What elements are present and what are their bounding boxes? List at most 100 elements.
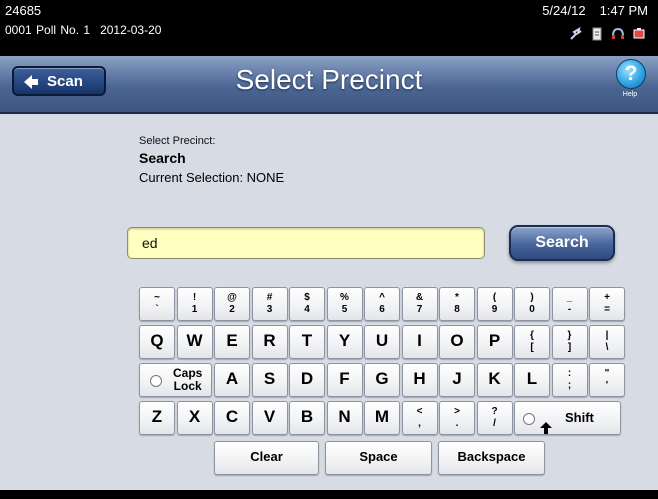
key-char: - xyxy=(567,304,572,315)
status-icons xyxy=(569,26,646,41)
letter-key[interactable]: G xyxy=(364,363,400,397)
symbol-key[interactable]: <, xyxy=(401,401,438,435)
letter-key[interactable]: K xyxy=(476,363,513,397)
key-shifted-char: @ xyxy=(227,292,237,303)
letter-key[interactable]: R xyxy=(251,325,288,359)
key-shifted-char: ? xyxy=(491,406,498,417)
letter-key[interactable]: H xyxy=(401,363,438,397)
caps-lock-indicator-icon xyxy=(150,375,162,387)
symbol-key[interactable]: * 8 xyxy=(439,287,475,321)
caps-lock-label-line2: Lock xyxy=(173,379,202,393)
key-shifted-char: & xyxy=(415,292,424,303)
letter-key[interactable]: A xyxy=(214,363,250,397)
letter-key[interactable]: T xyxy=(289,325,325,359)
letter-key[interactable]: P xyxy=(476,325,513,359)
symbol-key[interactable]: $4 xyxy=(289,287,325,321)
key-char: 5 xyxy=(341,304,348,315)
shift-label: Shift xyxy=(565,410,594,425)
search-input[interactable] xyxy=(127,227,485,259)
key-char: 3 xyxy=(266,304,273,315)
letter-key[interactable]: D xyxy=(289,363,325,397)
letter-key[interactable]: Z xyxy=(139,401,175,435)
mode-heading: Search xyxy=(139,150,186,166)
key-shifted-char: | xyxy=(605,330,609,341)
clear-key[interactable]: Clear xyxy=(214,441,319,475)
symbol-key[interactable]: }] xyxy=(551,325,588,359)
symbol-key[interactable]: " ' xyxy=(589,363,625,397)
letter-key[interactable]: O xyxy=(439,325,475,359)
symbol-key[interactable]: + = xyxy=(589,287,625,321)
symbol-key[interactable]: & 7 xyxy=(401,287,438,321)
backspace-key[interactable]: Backspace xyxy=(438,441,545,475)
symbol-key[interactable]: _ - xyxy=(551,287,588,321)
letter-key[interactable]: B xyxy=(289,401,325,435)
symbol-key[interactable]: (9 xyxy=(476,287,513,321)
status-bar: 24685 0001 Poll No. 1 2012-03-20 5/24/12 1… xyxy=(0,0,658,56)
key-char: / xyxy=(493,418,496,429)
symbol-key[interactable]: | \ xyxy=(589,325,625,359)
letter-key[interactable]: N xyxy=(326,401,363,435)
headset-icon xyxy=(611,27,625,41)
key-shifted-char: + xyxy=(604,292,610,303)
letter-key[interactable]: V xyxy=(251,401,288,435)
letter-key[interactable]: W xyxy=(176,325,213,359)
key-shifted-char: { xyxy=(530,330,534,341)
letter-key[interactable]: Y xyxy=(326,325,363,359)
letter-key[interactable]: S xyxy=(251,363,288,397)
letter-key[interactable]: L xyxy=(514,363,550,397)
app-window: 24685 0001 Poll No. 1 2012-03-20 5/24/12 1… xyxy=(0,0,658,499)
symbol-key[interactable]: @2 xyxy=(214,287,250,321)
letter-key[interactable]: J xyxy=(439,363,475,397)
instruction-text: Select Precinct: xyxy=(139,135,216,147)
key-char: \ xyxy=(605,342,609,353)
key-shifted-char: } xyxy=(567,330,572,341)
key-shifted-char: $ xyxy=(304,292,310,303)
key-char: 1 xyxy=(191,304,198,315)
caps-lock-label: Caps Lock xyxy=(173,367,202,393)
key-char: 0 xyxy=(529,304,535,315)
help-button[interactable]: ? Help xyxy=(613,58,647,108)
symbol-key[interactable]: :; xyxy=(551,363,588,397)
letter-key[interactable]: X xyxy=(176,401,213,435)
key-shifted-char: _ xyxy=(566,292,573,303)
letter-key[interactable]: E xyxy=(214,325,250,359)
letter-key[interactable]: F xyxy=(326,363,363,397)
symbol-key[interactable]: % 5 xyxy=(326,287,363,321)
space-key[interactable]: Space xyxy=(325,441,432,475)
letter-key[interactable]: U xyxy=(364,325,400,359)
battery-icon xyxy=(632,27,646,41)
symbol-key[interactable]: ) 0 xyxy=(514,287,550,321)
key-char: ` xyxy=(155,304,159,315)
key-shifted-char: ! xyxy=(192,292,197,303)
letter-key[interactable]: Q xyxy=(139,325,175,359)
network-icon xyxy=(569,26,583,41)
help-label: Help xyxy=(622,91,638,98)
symbol-key[interactable]: #3 xyxy=(251,287,288,321)
current-selection-text: Current Selection: NONE xyxy=(139,170,285,185)
symbol-key[interactable]: {[ xyxy=(514,325,550,359)
symbol-key[interactable]: ! 1 xyxy=(176,287,213,321)
poll-info: 0001 Poll No. 1 2012-03-20 xyxy=(5,23,161,37)
key-char: = xyxy=(604,304,610,315)
letter-key[interactable]: C xyxy=(214,401,250,435)
key-char: 6 xyxy=(379,304,385,315)
symbol-key[interactable]: ^ 6 xyxy=(364,287,400,321)
symbol-key[interactable]: ~ ` xyxy=(139,287,175,321)
key-shifted-char: ( xyxy=(492,292,497,303)
help-icon: ? xyxy=(616,59,646,89)
key-char: 2 xyxy=(229,304,235,315)
letter-key[interactable]: M xyxy=(364,401,400,435)
symbol-key[interactable]: >. xyxy=(439,401,475,435)
date: 5/24/12 xyxy=(542,3,586,18)
search-button[interactable]: Search xyxy=(509,225,615,261)
symbol-key[interactable]: ? / xyxy=(476,401,513,435)
key-shifted-char: " xyxy=(604,368,610,379)
key-shifted-char: ^ xyxy=(379,292,385,303)
date-time: 5/24/12 1:47 PM xyxy=(542,3,648,18)
key-shifted-char: % xyxy=(340,292,349,303)
caps-lock-key[interactable]: Caps Lock xyxy=(139,363,212,397)
shift-indicator-icon xyxy=(523,413,535,425)
shift-key[interactable]: Shift xyxy=(514,401,621,435)
letter-key[interactable]: I xyxy=(401,325,438,359)
key-char: 9 xyxy=(491,304,498,315)
